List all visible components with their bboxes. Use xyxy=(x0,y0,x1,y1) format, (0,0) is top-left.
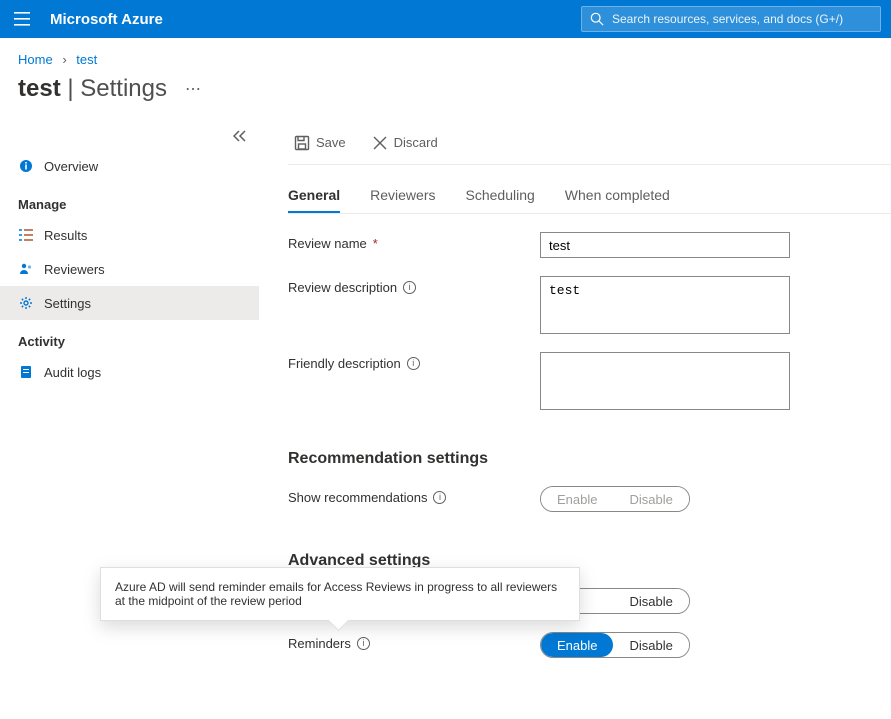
review-description-label: Review description xyxy=(288,280,397,295)
breadcrumb-home[interactable]: Home xyxy=(18,52,53,67)
save-button[interactable]: Save xyxy=(288,129,352,157)
info-icon[interactable]: i xyxy=(433,491,446,504)
sidebar-item-audit-logs[interactable]: Audit logs xyxy=(0,355,259,389)
sidebar-item-label: Overview xyxy=(44,159,98,174)
title-page: Settings xyxy=(80,75,167,102)
main-content: Save Discard General Reviewers Schedulin… xyxy=(260,121,891,719)
sidebar-item-label: Reviewers xyxy=(44,262,105,277)
tab-reviewers[interactable]: Reviewers xyxy=(370,179,435,213)
review-name-label: Review name xyxy=(288,236,367,251)
reminders-label: Reminders xyxy=(288,636,351,651)
tab-when-completed[interactable]: When completed xyxy=(565,179,670,213)
log-icon xyxy=(18,364,34,380)
search-icon xyxy=(590,12,604,26)
required-star: * xyxy=(373,236,378,251)
gear-icon xyxy=(18,295,34,311)
checklist-icon xyxy=(18,227,34,243)
info-icon[interactable]: i xyxy=(357,637,370,650)
info-icon xyxy=(18,158,34,174)
sidebar-item-label: Audit logs xyxy=(44,365,101,380)
search-input[interactable] xyxy=(612,7,872,31)
sidebar-item-settings[interactable]: Settings xyxy=(0,286,259,320)
page-title-row: test | Settings ⋯ xyxy=(0,67,891,121)
title-resource: test xyxy=(18,75,61,102)
sidebar-item-results[interactable]: Results xyxy=(0,218,259,252)
recommendation-settings-heading: Recommendation settings xyxy=(288,450,891,468)
sidebar-item-reviewers[interactable]: Reviewers xyxy=(0,252,259,286)
row-show-recommendations: Show recommendations i Enable Disable xyxy=(288,486,891,512)
review-description-input[interactable] xyxy=(540,276,790,334)
sidebar-group-manage: Manage xyxy=(0,183,259,218)
disable-option: Disable xyxy=(613,487,688,511)
discard-button[interactable]: Discard xyxy=(366,129,444,157)
disable-option[interactable]: Disable xyxy=(613,589,688,613)
collapse-sidebar[interactable] xyxy=(233,129,247,146)
sidebar-item-overview[interactable]: Overview xyxy=(0,149,259,183)
friendly-description-label: Friendly description xyxy=(288,356,401,371)
friendly-description-input[interactable] xyxy=(540,352,790,410)
save-icon xyxy=(294,135,310,151)
more-menu[interactable]: ⋯ xyxy=(185,79,202,99)
global-search[interactable] xyxy=(581,6,881,32)
discard-label: Discard xyxy=(394,135,438,150)
review-name-input[interactable] xyxy=(540,232,790,258)
reminders-toggle[interactable]: Enable Disable xyxy=(540,632,690,658)
disable-option[interactable]: Disable xyxy=(613,633,688,657)
chevron-double-left-icon xyxy=(233,129,247,143)
sidebar-group-activity: Activity xyxy=(0,320,259,355)
close-icon xyxy=(372,135,388,151)
show-recommendations-label: Show recommendations xyxy=(288,490,427,505)
tooltip: Azure AD will send reminder emails for A… xyxy=(100,567,580,621)
hamburger-menu[interactable] xyxy=(0,0,44,38)
info-icon[interactable]: i xyxy=(407,357,420,370)
sidebar: Overview Manage Results Reviewers Settin… xyxy=(0,121,260,719)
breadcrumb-current[interactable]: test xyxy=(76,52,97,67)
enable-option[interactable]: Enable xyxy=(541,633,613,657)
enable-option: Enable xyxy=(541,487,613,511)
toolbar: Save Discard xyxy=(288,121,891,165)
save-label: Save xyxy=(316,135,346,150)
brand-label: Microsoft Azure xyxy=(50,11,163,28)
row-reminders: Reminders i Enable Disable xyxy=(288,632,891,658)
tooltip-text: Azure AD will send reminder emails for A… xyxy=(115,580,557,608)
breadcrumb: Home › test xyxy=(0,38,891,67)
row-review-description: Review description i xyxy=(288,276,891,334)
tab-general[interactable]: General xyxy=(288,179,340,213)
chevron-right-icon: › xyxy=(62,52,66,67)
sidebar-item-label: Results xyxy=(44,228,87,243)
tabs: General Reviewers Scheduling When comple… xyxy=(288,179,891,214)
top-bar: Microsoft Azure xyxy=(0,0,891,38)
page-title: test | Settings xyxy=(18,75,167,103)
show-recommendations-toggle: Enable Disable xyxy=(540,486,690,512)
sidebar-item-label: Settings xyxy=(44,296,91,311)
people-icon xyxy=(18,261,34,277)
row-friendly-description: Friendly description i xyxy=(288,352,891,410)
row-review-name: Review name * xyxy=(288,232,891,258)
hamburger-icon xyxy=(14,12,30,26)
info-icon[interactable]: i xyxy=(403,281,416,294)
tab-scheduling[interactable]: Scheduling xyxy=(466,179,535,213)
